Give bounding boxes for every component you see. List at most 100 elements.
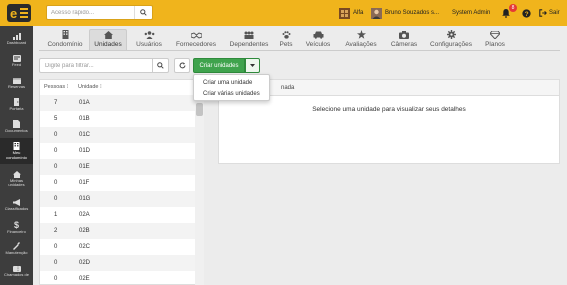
building-icon (13, 142, 20, 150)
tab-label: Avaliações (345, 41, 377, 48)
table-row[interactable]: 1 02A (40, 207, 195, 223)
sidebar-item-documentos[interactable]: Documentos (0, 116, 33, 138)
table-row[interactable]: 0 01C (40, 127, 195, 143)
quick-search-input[interactable] (47, 6, 135, 19)
table-row[interactable]: 0 02E (40, 271, 195, 284)
table-row[interactable]: 0 02C (40, 239, 195, 255)
help-icon: ? (522, 8, 531, 17)
unit-cell: 01G (79, 196, 91, 202)
table-row[interactable]: 0 01G (40, 191, 195, 207)
column-header-pessoas[interactable]: Pessoas ⁝ (44, 84, 68, 90)
door-icon (14, 98, 19, 107)
tab-avaliacoes[interactable]: Avaliações (341, 29, 381, 50)
sidebar-item-portaria[interactable]: Portaria (0, 94, 33, 116)
app-logo[interactable]: e (6, 3, 32, 23)
condo-selector[interactable]: Alfa (339, 0, 363, 26)
sidebar-item-label: Reservas (8, 83, 25, 89)
quick-search-button[interactable] (134, 6, 152, 19)
search-icon (140, 9, 147, 16)
sidebar-item-chamados[interactable]: Chamados de (0, 260, 33, 284)
sidebar-item-meu-condominio[interactable]: Meu condomínio (0, 138, 33, 164)
section-tabs: Condomínio Unidades Usuários Fornecedore… (39, 26, 567, 50)
wrench-icon (12, 242, 20, 251)
svg-text:?: ? (525, 10, 529, 17)
paw-icon (282, 31, 290, 39)
sidebar-item-classificados[interactable]: Classificados (0, 194, 33, 216)
sidebar-item-feed[interactable]: Feed (0, 50, 33, 72)
tab-label: Fornecedores (175, 41, 217, 48)
user-menu[interactable]: Bruno Souzados s... (371, 0, 439, 26)
filter-search-button[interactable] (152, 59, 168, 72)
group-icon (244, 31, 254, 39)
people-count-cell: 5 (54, 116, 58, 122)
unit-cell: 02D (79, 260, 91, 266)
column-header-unidade[interactable]: Unidade ⁝ (78, 84, 102, 90)
tab-fornecedores[interactable]: Fornecedores (171, 29, 221, 50)
people-count-cell: 0 (54, 180, 58, 186)
sidebar-item-minhas-unidades[interactable]: Minhas unidades (0, 166, 33, 192)
condo-avatar-icon (339, 7, 350, 19)
users-icon (144, 31, 154, 39)
refresh-icon (179, 62, 185, 69)
menu-item-create-one-unit[interactable]: Criar uma unidade (203, 80, 252, 86)
menu-item-create-many-units[interactable]: Criar várias unidades (203, 91, 260, 97)
home-icon (103, 31, 113, 39)
role-label: System Admin (452, 0, 490, 26)
tab-planos[interactable]: Planos (480, 29, 510, 50)
logout-icon (539, 9, 547, 17)
unit-detail-header: nada (219, 80, 559, 96)
table-row[interactable]: 2 02B (40, 223, 195, 239)
logout-button[interactable]: Sair (539, 0, 560, 26)
dashboard-icon (12, 32, 21, 40)
table-row[interactable]: 5 01B (40, 111, 195, 127)
tab-condominio[interactable]: Condomínio (43, 29, 87, 50)
unit-cell: 02E (79, 276, 90, 282)
column-header-label: Pessoas (44, 84, 66, 90)
sidebar-item-label: Classificados (4, 205, 29, 211)
filter-input[interactable] (40, 59, 152, 72)
megaphone-icon (12, 198, 20, 206)
list-scrollbar-thumb[interactable] (196, 103, 203, 116)
diamond-icon (490, 31, 500, 39)
unit-cell: 02A (79, 212, 90, 218)
table-row[interactable]: 0 01F (40, 175, 195, 191)
sidebar-item-financeiro[interactable]: $ Financeiro (0, 216, 33, 238)
help-button[interactable]: ? (522, 0, 531, 26)
create-units-dropdown-toggle[interactable] (245, 58, 260, 73)
tab-unidades[interactable]: Unidades (89, 29, 127, 50)
sidebar-item-label: Portaria (9, 106, 24, 112)
table-row[interactable]: 7 01A (40, 95, 195, 111)
list-scrollbar[interactable] (195, 94, 204, 285)
people-count-cell: 0 (54, 196, 58, 202)
create-units-button[interactable]: Criar unidades (193, 58, 245, 73)
tab-pets[interactable]: Pets (275, 29, 297, 50)
table-row[interactable]: 0 02D (40, 255, 195, 271)
tab-configuracoes[interactable]: Configurações (426, 29, 476, 50)
unit-cell: 01E (79, 164, 90, 170)
people-count-cell: 0 (54, 148, 58, 154)
sidebar-item-label: Meu condomínio (6, 150, 27, 160)
table-row[interactable]: 0 01E (40, 159, 195, 175)
unit-cell: 01C (79, 132, 91, 138)
sidebar-item-manutencao[interactable]: Manutenção (0, 238, 33, 260)
tab-label: Unidades (94, 41, 122, 48)
calendar-icon (12, 77, 21, 84)
condo-name: Alfa (353, 10, 364, 16)
tab-dependentes[interactable]: Dependentes (225, 29, 273, 50)
column-header-label: Unidade (78, 84, 99, 90)
sidebar-item-reservas[interactable]: Reservas (0, 72, 33, 94)
quick-search (46, 5, 153, 20)
tab-veiculos[interactable]: Veículos (301, 29, 335, 50)
camera-icon (399, 31, 409, 39)
tab-cameras[interactable]: Câmeras (387, 29, 421, 50)
handshake-icon (190, 32, 202, 39)
table-row[interactable]: 0 01D (40, 143, 195, 159)
tab-label: Usuários (136, 41, 162, 48)
sidebar-item-dashboard[interactable]: Dashboard (0, 28, 33, 50)
sidebar-item-label: Manutenção (5, 250, 28, 256)
tab-usuarios[interactable]: Usuários (131, 29, 167, 50)
logout-label: Sair (549, 10, 560, 16)
people-count-cell: 2 (54, 228, 58, 234)
refresh-button[interactable] (174, 58, 190, 73)
notification-count-badge: 8 (509, 4, 517, 12)
